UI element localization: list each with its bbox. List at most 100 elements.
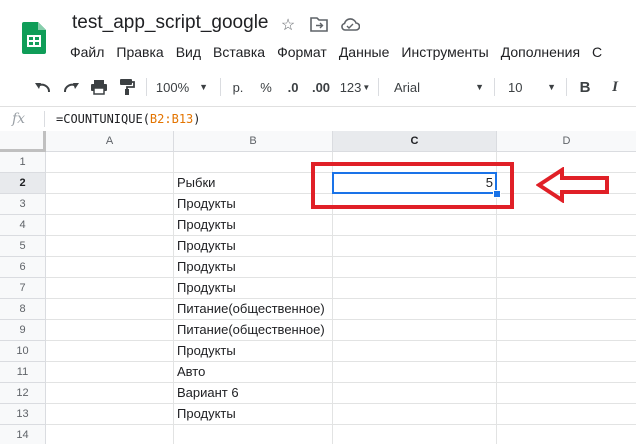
cell-c4[interactable] xyxy=(333,215,497,236)
cell-c11[interactable] xyxy=(333,362,497,383)
menu-format[interactable]: Формат xyxy=(271,40,333,64)
row-header-2[interactable]: 2 xyxy=(0,173,46,194)
font-family-select[interactable]: Arial ▼ xyxy=(388,68,488,106)
cell-b2[interactable]: Рыбки xyxy=(174,173,333,194)
cell-d14[interactable] xyxy=(497,425,636,444)
row-header-5[interactable]: 5 xyxy=(0,236,46,257)
cell-b9[interactable]: Питание(общественное) xyxy=(174,320,333,341)
column-header-b[interactable]: B xyxy=(174,131,333,152)
cell-c5[interactable] xyxy=(333,236,497,257)
menu-view[interactable]: Вид xyxy=(170,40,207,64)
cell-a9[interactable] xyxy=(46,320,174,341)
menu-help[interactable]: С xyxy=(586,40,608,64)
cell-b14[interactable] xyxy=(174,425,333,444)
decrease-decimal-button[interactable]: .0 xyxy=(282,68,304,106)
cell-d10[interactable] xyxy=(497,341,636,362)
cell-b5[interactable]: Продукты xyxy=(174,236,333,257)
cell-b6[interactable]: Продукты xyxy=(174,257,333,278)
bold-button[interactable]: B xyxy=(574,68,596,106)
menu-insert[interactable]: Вставка xyxy=(207,40,271,64)
font-size-select[interactable]: 10 ▼ xyxy=(500,68,560,106)
cell-d11[interactable] xyxy=(497,362,636,383)
row-header-3[interactable]: 3 xyxy=(0,194,46,215)
cell-a10[interactable] xyxy=(46,341,174,362)
cell-d6[interactable] xyxy=(497,257,636,278)
cell-b3[interactable]: Продукты xyxy=(174,194,333,215)
cell-b4[interactable]: Продукты xyxy=(174,215,333,236)
undo-icon[interactable] xyxy=(32,68,54,106)
row-header-10[interactable]: 10 xyxy=(0,341,46,362)
column-header-c[interactable]: C xyxy=(333,131,497,152)
cell-b12[interactable]: Вариант 6 xyxy=(174,383,333,404)
star-icon[interactable]: ☆ xyxy=(278,15,298,35)
cell-a14[interactable] xyxy=(46,425,174,444)
menu-addons[interactable]: Дополнения xyxy=(495,40,586,64)
menu-file[interactable]: Файл xyxy=(64,40,110,64)
cell-c10[interactable] xyxy=(333,341,497,362)
cell-d7[interactable] xyxy=(497,278,636,299)
zoom-select[interactable]: 100% ▼ xyxy=(152,68,212,106)
cell-b13[interactable]: Продукты xyxy=(174,404,333,425)
cell-a12[interactable] xyxy=(46,383,174,404)
row-header-4[interactable]: 4 xyxy=(0,215,46,236)
cell-a4[interactable] xyxy=(46,215,174,236)
cell-a5[interactable] xyxy=(46,236,174,257)
menu-tools[interactable]: Инструменты xyxy=(395,40,494,64)
cell-a3[interactable] xyxy=(46,194,174,215)
cloud-status-icon[interactable] xyxy=(340,17,360,31)
select-all-corner[interactable] xyxy=(0,131,46,152)
menu-data[interactable]: Данные xyxy=(333,40,396,64)
paint-format-icon[interactable] xyxy=(116,68,138,106)
row-header-6[interactable]: 6 xyxy=(0,257,46,278)
row-header-1[interactable]: 1 xyxy=(0,152,46,173)
cell-d13[interactable] xyxy=(497,404,636,425)
cell-a13[interactable] xyxy=(46,404,174,425)
cell-a8[interactable] xyxy=(46,299,174,320)
currency-format-button[interactable]: р. xyxy=(228,68,248,106)
font-family-value: Arial xyxy=(394,79,421,95)
cell-d4[interactable] xyxy=(497,215,636,236)
print-icon[interactable] xyxy=(88,68,110,106)
cell-b11[interactable]: Авто xyxy=(174,362,333,383)
document-title[interactable]: test_app_script_google xyxy=(72,12,268,34)
cell-d12[interactable] xyxy=(497,383,636,404)
cell-c12[interactable] xyxy=(333,383,497,404)
italic-button[interactable]: I xyxy=(604,68,626,106)
row-header-12[interactable]: 12 xyxy=(0,383,46,404)
cell-d8[interactable] xyxy=(497,299,636,320)
cell-a2[interactable] xyxy=(46,173,174,194)
column-header-d[interactable]: D xyxy=(497,131,636,152)
sheets-logo-icon[interactable] xyxy=(22,22,46,54)
cell-a11[interactable] xyxy=(46,362,174,383)
cell-d9[interactable] xyxy=(497,320,636,341)
redo-icon[interactable] xyxy=(60,68,82,106)
cell-d5[interactable] xyxy=(497,236,636,257)
cell-c8[interactable] xyxy=(333,299,497,320)
cell-b10[interactable]: Продукты xyxy=(174,341,333,362)
cell-a1[interactable] xyxy=(46,152,174,173)
cell-b1[interactable] xyxy=(174,152,333,173)
more-formats-button[interactable]: 123 ▼ xyxy=(338,68,372,106)
move-to-folder-icon[interactable] xyxy=(310,16,328,32)
percent-format-button[interactable]: % xyxy=(256,68,276,106)
formula-input[interactable]: =COUNTUNIQUE(B2:B13) xyxy=(56,107,201,131)
row-header-14[interactable]: 14 xyxy=(0,425,46,444)
cell-c7[interactable] xyxy=(333,278,497,299)
cell-b7[interactable]: Продукты xyxy=(174,278,333,299)
cell-c13[interactable] xyxy=(333,404,497,425)
cell-a6[interactable] xyxy=(46,257,174,278)
increase-decimal-button[interactable]: .00 xyxy=(308,68,334,106)
column-header-a[interactable]: A xyxy=(46,131,174,152)
cell-c6[interactable] xyxy=(333,257,497,278)
row-header-9[interactable]: 9 xyxy=(0,320,46,341)
row-header-8[interactable]: 8 xyxy=(0,299,46,320)
cell-a7[interactable] xyxy=(46,278,174,299)
formula-prefix: =COUNTUNIQUE( xyxy=(56,112,150,126)
cell-c9[interactable] xyxy=(333,320,497,341)
menu-edit[interactable]: Правка xyxy=(110,40,169,64)
cell-b8[interactable]: Питание(общественное) xyxy=(174,299,333,320)
row-header-7[interactable]: 7 xyxy=(0,278,46,299)
row-header-11[interactable]: 11 xyxy=(0,362,46,383)
row-header-13[interactable]: 13 xyxy=(0,404,46,425)
cell-c14[interactable] xyxy=(333,425,497,444)
